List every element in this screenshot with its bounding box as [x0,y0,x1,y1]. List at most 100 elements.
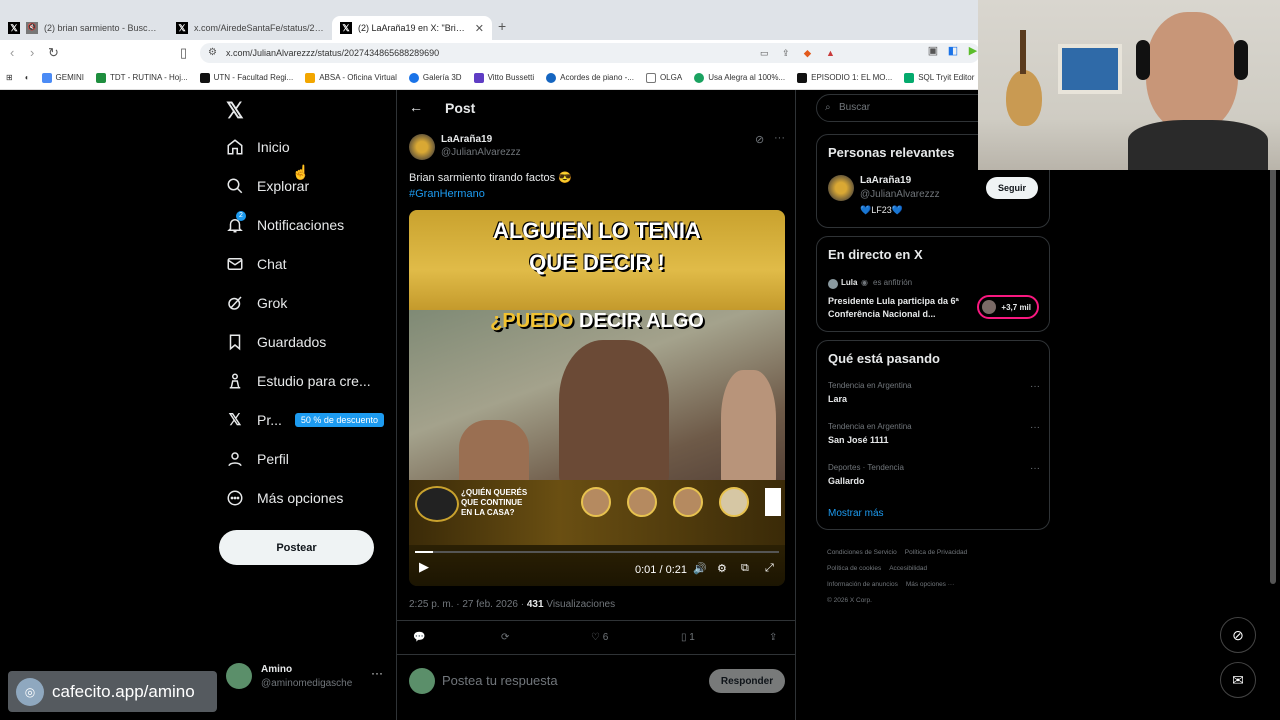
reply-icon[interactable]: 💬 [413,632,425,643]
post-button[interactable]: Postear [219,530,374,565]
brave-shield-icon[interactable]: ◆ [804,43,811,63]
bookmark-item[interactable]: Acordes de piano -... [546,72,634,83]
grok-icon[interactable]: ⊘ [1220,617,1256,653]
author-avatar[interactable] [828,175,854,201]
bookmark-item[interactable]: Usa Alegra al 100%... [694,72,785,83]
nav-item-chat[interactable]: Chat [226,249,287,279]
cast-icon[interactable]: ▭ [760,43,769,63]
participant-photo [581,487,611,517]
subtitle-text: DECIR ALGO [573,310,704,332]
author-name[interactable]: LaAraña19 [441,134,492,145]
video-progress-bar[interactable] [415,551,779,553]
play-icon[interactable]: ▶ [419,559,429,575]
close-tab-icon[interactable]: ✕ [469,22,484,35]
nav-item-more[interactable]: Más opciones [226,483,343,513]
live-headline[interactable]: Presidente Lula participa da 6ª Conferên… [828,295,968,321]
like-button[interactable]: ♡ 6 [591,632,608,643]
new-tab-button[interactable]: + [498,18,506,34]
nav-item-home[interactable]: Inicio [226,132,290,162]
reload-icon[interactable]: ↻ [48,45,59,61]
avatar [982,300,996,314]
account-switcher[interactable]: Amino @aminomedigasche ··· [226,662,396,692]
reply-button[interactable]: Responder [709,669,785,693]
post-timestamp[interactable]: 2:25 p. m. · 27 feb. 2026 · [409,599,527,610]
bookmark-button[interactable]: ▯ 1 [681,632,695,643]
bookmark-page-icon[interactable]: ▯ [180,45,187,61]
footer-link[interactable]: Política de Privacidad [905,549,968,556]
share-icon[interactable]: ⇪ [769,632,777,643]
footer-link[interactable]: Política de cookies [827,565,881,572]
volume-icon[interactable]: 🔊 [693,562,707,575]
trend-item[interactable]: Tendencia en Argentina Lara ··· [828,381,1040,404]
listeners-pill[interactable]: +3,7 mil [977,295,1039,319]
more-dots-icon[interactable]: ··· [774,132,785,144]
repost-icon[interactable]: ⟳ [501,632,509,643]
banner-line: QUE CONTINUE [461,498,523,507]
user-name[interactable]: LaAraña19 [860,175,911,186]
bookmark-icon[interactable]: ◐ [25,73,30,82]
host-name[interactable]: Lula [841,278,857,287]
trend-name: Gallardo [828,476,865,486]
footer-link[interactable]: Más opciones ··· [906,581,954,588]
more-dots-icon[interactable]: ··· [1030,422,1040,433]
bookmark-item[interactable]: GEMINI [41,72,84,83]
more-dots-icon[interactable]: ··· [1030,381,1040,392]
share-icon[interactable]: ⇪ [782,43,790,63]
follow-button[interactable]: Seguir [986,177,1038,199]
pip-icon[interactable]: ⧉ [741,562,749,575]
forward-arrow-icon[interactable]: › [30,45,34,60]
bookmark-folder[interactable]: OLGA [645,72,682,83]
back-arrow-icon[interactable]: ← [409,99,423,115]
nav-label: Grok [257,295,288,311]
footer-link[interactable]: Accesibilidad [889,565,927,572]
reply-input[interactable]: Postea tu respuesta [442,673,558,688]
more-dots-icon[interactable]: ··· [1030,463,1040,474]
url-field[interactable]: ⚙ x.com/JulianAlvarezzz/status/202743486… [200,43,980,63]
video-player[interactable]: ALGUIEN LO TENIA QUE DECIR ! ¿PUEDO DECI… [409,210,785,586]
footer-link[interactable]: Información de anuncios [827,581,898,588]
user-handle[interactable]: @JulianAlvarezzz [860,189,940,200]
nav-item-creator-studio[interactable]: Estudio para cre... [226,366,371,396]
bookmark-item[interactable]: Galería 3D [408,72,462,83]
post-body: Brian sarmiento tirando factos 😎 [409,172,572,184]
bookmark-favicon-icon [694,72,705,83]
back-arrow-icon[interactable]: ‹ [10,45,14,60]
bookmark-item[interactable]: TDT - RUTINA - Hoj... [96,72,188,83]
nav-item-grok[interactable]: Grok [226,288,287,318]
author-avatar[interactable] [409,134,435,160]
bookmark-item[interactable]: SQL Tryit Editor [904,72,974,83]
bookmark-label: Galería 3D [422,73,462,82]
bookmark-favicon-icon [305,72,316,83]
nav-item-profile[interactable]: Perfil [226,444,289,474]
user-icon [226,450,244,468]
browser-tab[interactable]: 𝕏 🔇 (2) brian sarmiento - Buscar / X [0,16,168,40]
show-more-link[interactable]: Mostrar más [828,508,884,519]
grok-icon[interactable]: ⊘ [755,133,764,146]
bookmark-item[interactable]: Vitto Bussetti [473,72,534,83]
bookmark-item[interactable]: EPISODIO 1: EL MO... [797,72,892,83]
fullscreen-icon[interactable]: ⤢ [765,562,774,575]
nav-item-bookmarks[interactable]: Guardados [226,327,326,357]
bookmark-item[interactable]: UTN - Facultad Regi... [199,72,293,83]
extension-icon[interactable]: ◧ [946,44,960,58]
extension-icon[interactable]: ▣ [926,44,940,58]
trend-item[interactable]: Tendencia en Argentina San José 1111 ··· [828,422,1040,445]
nav-item-premium[interactable]: 𝕏 Pr... 50 % de descuento [226,405,384,435]
nav-item-notifications[interactable]: 2 Notificaciones [226,210,344,240]
more-dots-icon[interactable]: ··· [371,666,383,680]
apps-grid-icon[interactable]: ⊞ [6,73,13,82]
site-settings-icon[interactable]: ⚙ [208,43,217,63]
settings-gear-icon[interactable]: ⚙ [717,562,727,575]
x-logo-icon[interactable]: 𝕏 [226,98,244,124]
rewards-icon[interactable]: ▲ [826,43,835,63]
card-title: Qué está pasando [828,351,940,366]
browser-tab[interactable]: 𝕏 x.com/AiredeSantaFe/status/2026678 [168,16,332,40]
creator-icon [226,372,244,390]
author-handle[interactable]: @JulianAlvarezzz [441,147,521,158]
bookmark-item[interactable]: ABSA - Oficina Virtual [305,72,397,83]
mail-icon[interactable]: ✉ [1220,662,1256,698]
browser-tab-active[interactable]: 𝕏 (2) LaAraña19 en X: "Brian sarmi ✕ [332,16,492,40]
hashtag-link[interactable]: #GranHermano [409,186,572,202]
trend-item[interactable]: Deportes · Tendencia Gallardo ··· [828,463,1040,486]
footer-link[interactable]: Condiciones de Servicio [827,549,897,556]
